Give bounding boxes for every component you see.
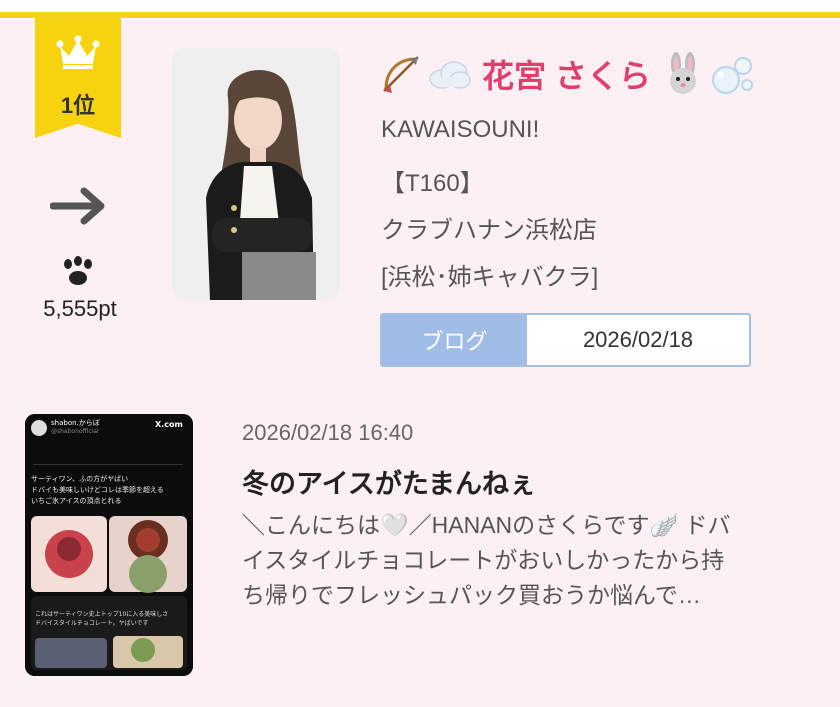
- blog-tab-label: ブログ: [382, 315, 527, 365]
- post-excerpt-line: ち帰りでフレッシュパック買おうか悩んで…: [242, 582, 701, 608]
- rank-label: 1位: [60, 93, 96, 118]
- ranking-points: 5,555pt: [43, 296, 117, 321]
- cast-height: 【T160】: [381, 170, 484, 197]
- bow-and-arrow-icon: [383, 56, 419, 93]
- shop-name[interactable]: クラブハナン浜松店: [381, 210, 597, 245]
- post-excerpt-line: ＼こんにちは🤍／HANANのさくらです🪽 ドバ: [242, 512, 731, 538]
- blog-link[interactable]: ブログ 2026/02/18: [380, 313, 751, 367]
- thumb-handle: @shabonofficial: [51, 428, 99, 435]
- top-accent-bar: [0, 0, 840, 20]
- bubbles-icon: [711, 57, 753, 94]
- post-thumbnail[interactable]: shabon.からぼ @shabonofficial X.com サーティワン、…: [25, 414, 193, 676]
- rabbit-icon: [669, 52, 696, 94]
- cast-name[interactable]: 花宮 さくら: [482, 51, 651, 97]
- blog-date: 2026/02/18: [582, 327, 694, 352]
- cast-photo[interactable]: [172, 48, 340, 300]
- cast-catchphrase: KAWAISOUNI!: [381, 116, 540, 143]
- post-excerpt[interactable]: ＼こんにちは🤍／HANANのさくらです🪽 ドバ イスタイルチョコレートがおいしか…: [242, 508, 822, 613]
- thumb-account: shabon.からぼ: [51, 419, 100, 427]
- arrow-right-icon: [50, 187, 105, 225]
- thumb-brand: X.com: [155, 420, 183, 429]
- thumb-quote: これはサーティワン史上トップ10に入る美味しさ ドバイスタイルチョコレート。ヤば…: [35, 611, 169, 627]
- post-excerpt-line: イスタイルチョコレートがおいしかったから持: [242, 547, 725, 573]
- cast-name-row: 花宮 さくら: [380, 50, 755, 98]
- paw-icon: [64, 256, 92, 285]
- rank-badge: 1位: [35, 18, 121, 138]
- thumb-caption: サーティワン、ふの方がヤばい ドバイも美味しいけどコレは季節を超える いちご氷ア…: [31, 475, 164, 505]
- post-timestamp: 2026/02/18 16:40: [242, 420, 414, 445]
- cloud-icon: [429, 61, 471, 89]
- crown-icon: [56, 35, 100, 69]
- post-title[interactable]: 冬のアイスがたまんねぇ: [242, 462, 536, 501]
- shop-area: [浜松･姉キャバクラ]: [381, 264, 599, 291]
